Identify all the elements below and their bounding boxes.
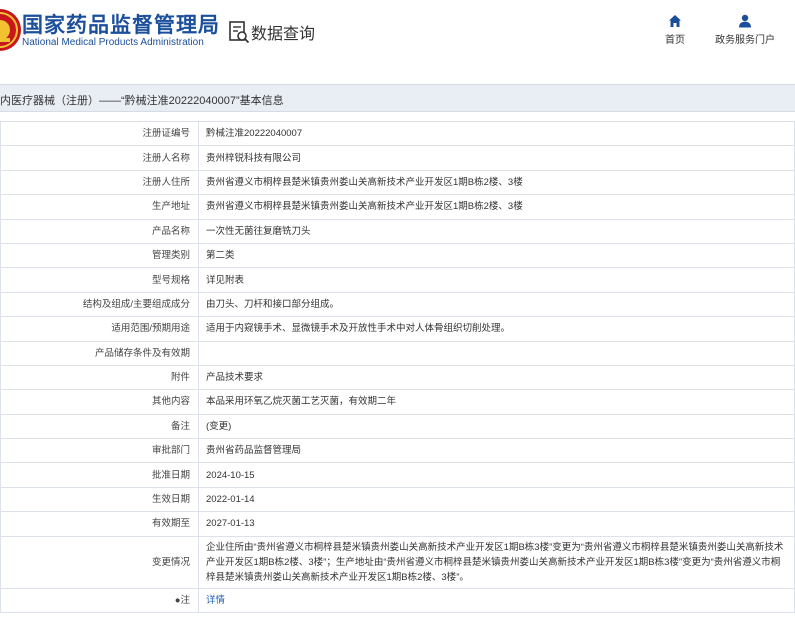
table-row: 备注 (变更) <box>0 413 795 440</box>
table-row: 生产地址 贵州省遵义市桐梓县楚米镇贵州娄山关高新技术产业开发区1期B栋2楼、3楼 <box>0 194 795 220</box>
data-query-icon <box>229 21 250 44</box>
table-row: 批准日期 2024-10-15 <box>0 462 795 488</box>
row-value: 一次性无菌往复磨铣刀头 <box>198 218 795 244</box>
table-row: 审批部门 贵州省药品监督管理局 <box>0 438 795 464</box>
table-row: 适用范围/预期用途 适用于内窥镜手术、显微镜手术及开放性手术中对人体骨组织切削处理… <box>0 316 795 342</box>
row-value: 2027-01-13 <box>198 511 795 537</box>
table-row: 管理类别 第二类 <box>0 242 795 269</box>
row-label: 变更情况 <box>0 535 199 589</box>
record-title-bar: 内医疗器械（注册）——“黔械注准20222040007”基本信息 <box>0 84 795 112</box>
row-label: 产品名称 <box>0 218 199 244</box>
row-value: 第二类 <box>198 242 795 269</box>
row-value: 2022-01-14 <box>198 486 795 513</box>
row-label: 生效日期 <box>0 486 199 513</box>
record-title: 内医疗器械（注册）——“黔械注准20222040007”基本信息 <box>0 95 284 107</box>
table-row: 有效期至 2027-01-13 <box>0 511 795 537</box>
table-row: ●注 详情 <box>0 587 795 614</box>
site-logo-title[interactable]: 国家药品监督管理局 <box>22 9 220 39</box>
table-row: 产品储存条件及有效期 <box>0 340 795 366</box>
row-label: 型号规格 <box>0 267 199 293</box>
row-label: 生产地址 <box>0 194 199 220</box>
row-value: 本品采用环氧乙烷灭菌工艺灭菌，有效期二年 <box>198 389 795 415</box>
row-value: 黔械注准20222040007 <box>198 120 795 147</box>
row-label: 有效期至 <box>0 511 199 537</box>
table-row: 生效日期 2022-01-14 <box>0 486 795 513</box>
nav-service-portal-label: 政务服务门户 <box>715 35 775 46</box>
row-label: 注册证编号 <box>0 120 199 147</box>
table-row: 变更情况 企业住所由“贵州省遵义市桐梓县楚米镇贵州娄山关高新技术产业开发区1期B栋… <box>0 535 795 589</box>
row-label: 注册人名称 <box>0 145 199 171</box>
row-value: 贵州省药品监督管理局 <box>198 438 795 464</box>
row-label: 其他内容 <box>0 389 199 415</box>
home-icon <box>669 15 681 27</box>
row-value: 贵州省遵义市桐梓县楚米镇贵州娄山关高新技术产业开发区1期B栋2楼、3楼 <box>198 169 795 196</box>
row-label: 结构及组成/主要组成成分 <box>0 291 199 318</box>
table-row: 注册人住所 贵州省遵义市桐梓县楚米镇贵州娄山关高新技术产业开发区1期B栋2楼、3楼 <box>0 169 795 196</box>
nav-home-label: 首页 <box>665 35 685 46</box>
table-row: 其他内容 本品采用环氧乙烷灭菌工艺灭菌，有效期二年 <box>0 389 795 415</box>
site-header: 国家药品监督管理局 National Medical Products Admi… <box>0 0 795 66</box>
row-value: 产品技术要求 <box>198 364 795 391</box>
row-label: 产品储存条件及有效期 <box>0 340 199 366</box>
row-value: 详情 <box>198 587 795 614</box>
national-emblem-icon <box>0 9 21 51</box>
row-value: 由刀头、刀杆和接口部分组成。 <box>198 291 795 318</box>
site-logo-subtitle[interactable]: National Medical Products Administration <box>22 37 204 48</box>
table-row: 产品名称 一次性无菌往复磨铣刀头 <box>0 218 795 244</box>
row-label: 备注 <box>0 413 199 440</box>
table-row: 注册人名称 贵州梓锐科技有限公司 <box>0 145 795 171</box>
row-value <box>198 340 795 366</box>
user-icon <box>739 14 751 28</box>
row-value: 详见附表 <box>198 267 795 293</box>
row-value: (变更) <box>198 413 795 440</box>
row-value: 适用于内窥镜手术、显微镜手术及开放性手术中对人体骨组织切削处理。 <box>198 316 795 342</box>
details-link[interactable]: 详情 <box>206 595 225 606</box>
detail-table: 注册证编号 黔械注准20222040007 注册人名称 贵州梓锐科技有限公司 注册人… <box>0 120 795 614</box>
table-row: 附件 产品技术要求 <box>0 364 795 391</box>
row-label: ●注 <box>0 587 199 614</box>
row-label: 注册人住所 <box>0 169 199 196</box>
row-value: 2024-10-15 <box>198 462 795 488</box>
row-label: 附件 <box>0 364 199 391</box>
row-value: 企业住所由“贵州省遵义市桐梓县楚米镇贵州娄山关高新技术产业开发区1期B栋3楼”变… <box>198 535 795 589</box>
table-row: 结构及组成/主要组成成分 由刀头、刀杆和接口部分组成。 <box>0 291 795 318</box>
row-value: 贵州省遵义市桐梓县楚米镇贵州娄山关高新技术产业开发区1期B栋2楼、3楼 <box>198 194 795 220</box>
data-query-title: 数据查询 <box>251 26 316 43</box>
row-label: 管理类别 <box>0 242 199 269</box>
row-label: 审批部门 <box>0 438 199 464</box>
nav-service-portal[interactable]: 政务服务门户 <box>712 14 778 46</box>
row-label: 批准日期 <box>0 462 199 488</box>
nav-home[interactable]: 首页 <box>658 14 692 46</box>
row-value: 贵州梓锐科技有限公司 <box>198 145 795 171</box>
row-label: 适用范围/预期用途 <box>0 316 199 342</box>
table-row: 注册证编号 黔械注准20222040007 <box>0 120 795 147</box>
table-row: 型号规格 详见附表 <box>0 267 795 293</box>
